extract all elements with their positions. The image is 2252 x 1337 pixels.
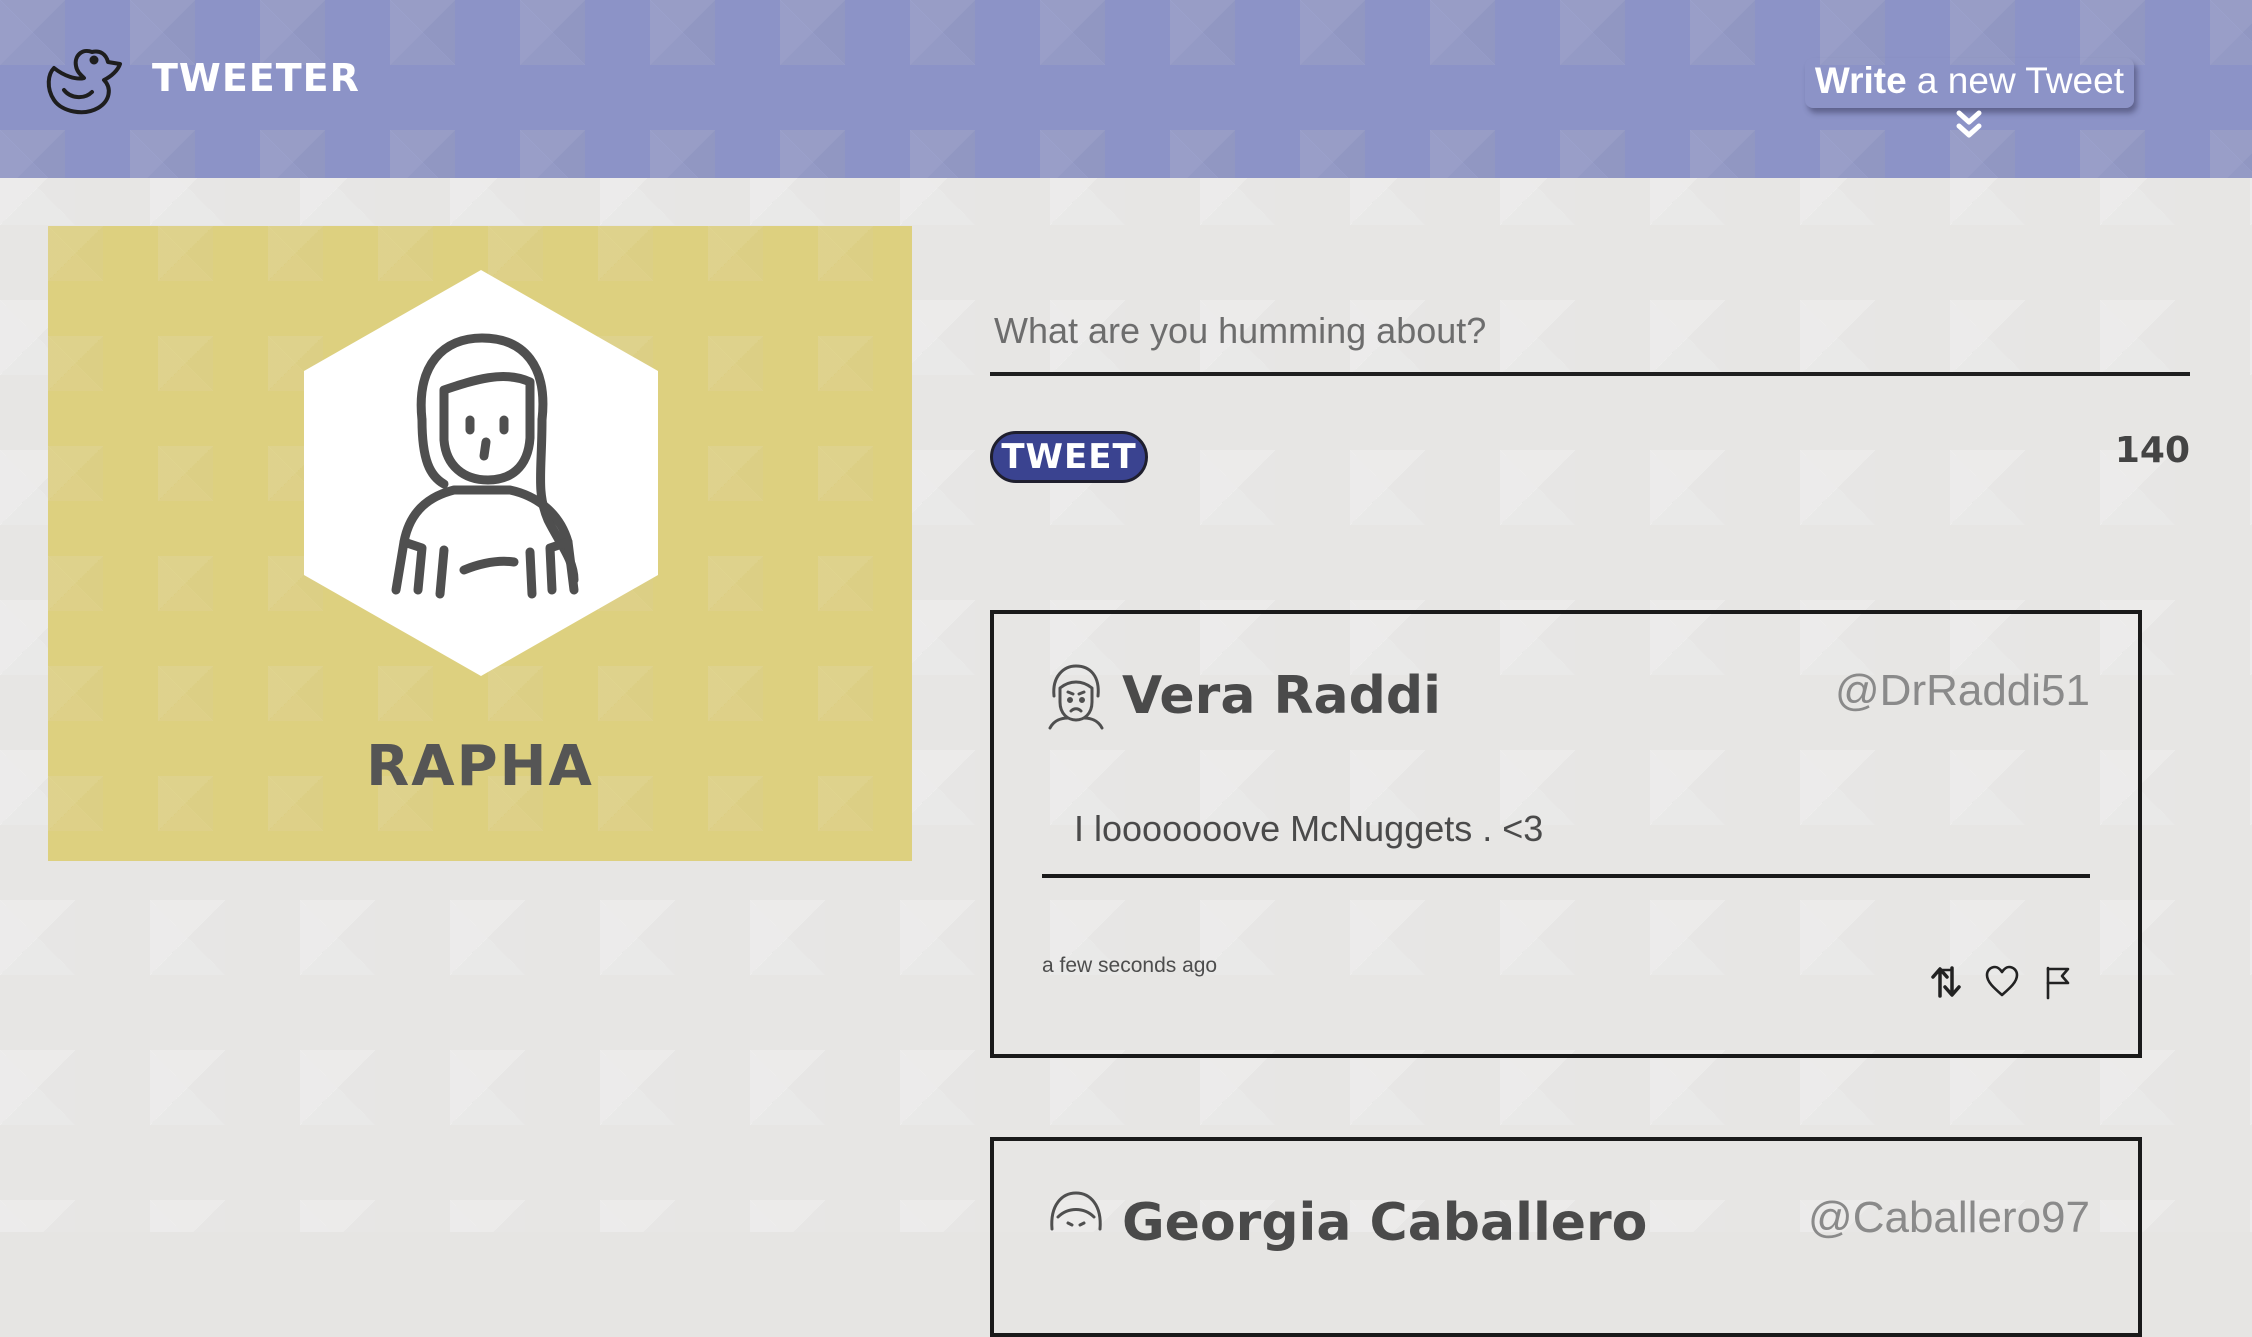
- face-avatar-icon: [1046, 1189, 1106, 1257]
- new-tweet-words: a new Tweet: [1906, 60, 2124, 101]
- tweet-card: Georgia Caballero @Caballero97: [990, 1137, 2142, 1337]
- tweet-author-name[interactable]: Vera Raddi: [1122, 666, 1441, 726]
- tweet-author-handle[interactable]: @DrRaddi51: [1835, 666, 2090, 716]
- brand-title[interactable]: TWEETER: [152, 56, 360, 100]
- double-chevron-down-icon[interactable]: [1954, 108, 1984, 142]
- profile-card: RAPHA: [48, 226, 912, 861]
- retweet-icon[interactable]: [1928, 964, 1964, 1000]
- duck-icon[interactable]: [40, 40, 125, 125]
- flag-icon[interactable]: [2040, 964, 2076, 1000]
- profile-name: RAPHA: [366, 734, 594, 799]
- tweet-card: Vera Raddi @DrRaddi51 I looooooove McNug…: [990, 610, 2142, 1058]
- girl-avatar-icon: [304, 270, 658, 676]
- tweet-body: I looooooove McNuggets . <3: [1042, 802, 2090, 878]
- heart-icon[interactable]: [1984, 964, 2020, 1000]
- tweet-timestamp: a few seconds ago: [1042, 954, 1218, 977]
- sad-face-avatar-icon: [1046, 662, 1106, 730]
- new-tweet-form: TWEET 140: [990, 290, 2190, 483]
- write-new-tweet-toggle[interactable]: Write a new Tweet: [1805, 58, 2134, 142]
- tweet-author-handle[interactable]: @Caballero97: [1808, 1193, 2090, 1243]
- top-navbar: TWEETER Write a new Tweet: [0, 0, 2252, 178]
- tweet-text-input[interactable]: [990, 290, 2190, 376]
- tweet-author-name[interactable]: Georgia Caballero: [1122, 1193, 1647, 1253]
- char-counter: 140: [2114, 430, 2190, 471]
- tweet-button[interactable]: TWEET: [990, 431, 1148, 483]
- tweet-text: I looooooove McNuggets . <3: [1074, 808, 1544, 849]
- write-word: Write: [1814, 60, 1907, 101]
- tweet-actions: [1928, 964, 2076, 1000]
- write-new-tweet-label: Write a new Tweet: [1805, 58, 2134, 108]
